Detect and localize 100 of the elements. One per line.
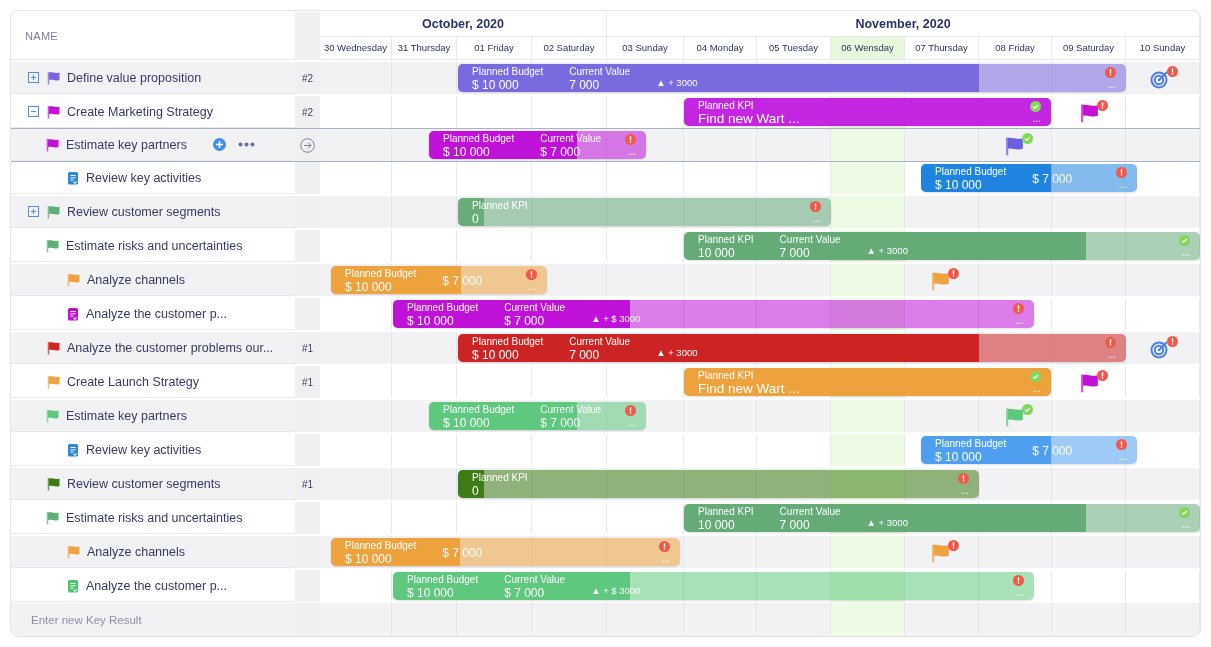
task-title[interactable]: Estimate key partners bbox=[66, 137, 187, 152]
task-title[interactable]: Analyze the customer p... bbox=[86, 578, 228, 593]
day-header[interactable]: 07 Thursday bbox=[905, 36, 979, 59]
field-value: $ 7 000 bbox=[540, 144, 582, 159]
field-label: Planned Budget bbox=[443, 403, 515, 416]
field-value: $ 10 000 bbox=[443, 144, 491, 159]
month-header: November, 2020 bbox=[607, 12, 1200, 36]
field-value: $ 7 000 bbox=[540, 415, 582, 430]
rank-label: #1 bbox=[301, 478, 314, 490]
task-title[interactable]: Estimate risks and uncertainties bbox=[66, 238, 243, 253]
field-value: $ 10 000 bbox=[472, 347, 520, 362]
field-value: $ 7 000 bbox=[442, 545, 483, 560]
day-header[interactable]: 08 Friday bbox=[979, 36, 1052, 59]
task-bar[interactable]: Planned Budget $ 10 000 Current Value 7 000 ▲ + 3000 ... bbox=[458, 334, 1126, 362]
field-label: Planned Budget bbox=[407, 301, 479, 314]
task-title[interactable]: Analyze the customer p... bbox=[86, 306, 228, 321]
day-header[interactable]: 04 Monday bbox=[684, 36, 757, 59]
field-label: Current Value bbox=[569, 65, 631, 78]
rank-label: #1 bbox=[301, 376, 314, 388]
delta-value: ▲ + $ 3000 bbox=[591, 312, 641, 326]
delta-value: ▲ + $ 3000 bbox=[591, 584, 641, 598]
field-label: Current Value bbox=[779, 505, 841, 518]
name-column-header: NAME bbox=[25, 29, 58, 42]
task-bar[interactable]: Planned KPI 10 000 Current Value 7 000 ▲ + 3000 ... bbox=[684, 232, 1200, 260]
task-title[interactable]: Create Launch Strategy bbox=[67, 374, 200, 389]
field-value: $ 10 000 bbox=[407, 313, 455, 328]
task-title[interactable]: Create Marketing Strategy bbox=[67, 104, 213, 119]
field-value: 7 000 bbox=[779, 245, 811, 260]
field-label: Planned Budget bbox=[345, 267, 417, 280]
delta-value: ▲ + 3000 bbox=[656, 76, 698, 90]
day-header[interactable]: 02 Saturday bbox=[532, 36, 607, 59]
field-value: $ 7 000 bbox=[1032, 443, 1073, 458]
field-value: Find new Wart ... bbox=[698, 381, 800, 396]
field-value: $ 7 000 bbox=[1032, 171, 1073, 186]
field-label: Current Value bbox=[569, 335, 631, 348]
field-label: Planned KPI bbox=[698, 99, 755, 112]
field-value: Find new Wart ... bbox=[698, 111, 800, 126]
field-label: Planned Budget bbox=[345, 539, 417, 552]
more-label[interactable]: ... bbox=[1015, 315, 1024, 327]
field-value: 7 000 bbox=[569, 77, 601, 92]
field-label: Planned Budget bbox=[935, 165, 1007, 178]
field-label: Current Value bbox=[779, 233, 841, 246]
field-label: Planned Budget bbox=[472, 335, 544, 348]
field-value: 7 000 bbox=[569, 347, 601, 362]
day-header[interactable]: 09 Saturday bbox=[1052, 36, 1126, 59]
task-bar[interactable]: Planned Budget $ 10 000 Current Value $ 7 000 ▲ + $ 3000 ... bbox=[393, 300, 1034, 328]
field-label: Planned Budget bbox=[472, 65, 544, 78]
rank-label: #2 bbox=[301, 106, 314, 118]
day-header[interactable]: 01 Friday bbox=[457, 36, 532, 59]
field-value: $ 10 000 bbox=[472, 77, 520, 92]
day-header[interactable]: 06 Wensday bbox=[831, 36, 905, 59]
field-label: Planned Budget bbox=[407, 573, 479, 586]
field-value: $ 10 000 bbox=[935, 177, 983, 192]
expand-icon[interactable] bbox=[27, 72, 39, 83]
field-value: 7 000 bbox=[779, 517, 811, 532]
task-bar[interactable]: Planned Budget $ 10 000 $ 7 000 ... bbox=[921, 436, 1137, 464]
field-label: Planned Budget bbox=[443, 132, 515, 145]
day-header[interactable]: 03 Sunday bbox=[607, 36, 684, 59]
day-header[interactable]: 10 Sunday bbox=[1126, 36, 1200, 59]
task-title[interactable]: Analyze channels bbox=[87, 544, 185, 559]
field-value: 10 000 bbox=[698, 517, 736, 532]
arrow-right-icon[interactable] bbox=[300, 137, 315, 153]
field-value: $ 10 000 bbox=[407, 585, 455, 600]
more-label[interactable]: ... bbox=[1032, 113, 1041, 125]
field-value: $ 10 000 bbox=[935, 449, 983, 464]
field-label: Planned KPI bbox=[698, 369, 755, 382]
field-value: $ 7 000 bbox=[504, 585, 546, 600]
rank-label: #2 bbox=[301, 72, 314, 84]
more-label[interactable]: ... bbox=[627, 146, 636, 158]
task-bar[interactable]: Planned Budget $ 10 000 Current Value 7 000 ▲ + 3000 ... bbox=[458, 64, 1126, 92]
task-title[interactable]: Estimate key partners bbox=[66, 408, 187, 423]
task-bar[interactable]: Planned Budget $ 10 000 $ 7 000 ... bbox=[921, 164, 1137, 192]
more-label[interactable]: ... bbox=[1107, 349, 1116, 361]
task-bar[interactable]: Planned KPI Find new Wart ... ... bbox=[684, 98, 1051, 126]
field-value: 0 bbox=[472, 483, 480, 498]
field-label: Current Value bbox=[504, 573, 566, 586]
field-value: $ 7 000 bbox=[442, 273, 483, 288]
field-value: $ 10 000 bbox=[345, 279, 393, 294]
delta-value: ▲ + 3000 bbox=[656, 346, 698, 360]
expand-icon[interactable] bbox=[27, 206, 39, 217]
day-header[interactable]: 30 Wednesday bbox=[320, 36, 392, 59]
field-label: Planned Budget bbox=[935, 437, 1007, 450]
field-label: Planned KPI bbox=[698, 505, 754, 518]
field-label: Planned KPI bbox=[698, 233, 754, 246]
task-title[interactable]: Review key activities bbox=[86, 442, 202, 457]
field-value: $ 10 000 bbox=[443, 415, 491, 430]
more-icon[interactable] bbox=[237, 142, 255, 147]
day-header[interactable]: 31 Thursday bbox=[392, 36, 457, 59]
collapse-icon[interactable] bbox=[27, 106, 39, 117]
task-title[interactable]: Analyze channels bbox=[87, 272, 185, 287]
task-title[interactable]: Review key activities bbox=[86, 170, 202, 185]
field-value: $ 7 000 bbox=[504, 313, 546, 328]
delta-value: ▲ + 3000 bbox=[866, 516, 908, 530]
rank-label: #1 bbox=[301, 342, 314, 354]
delta-value: ▲ + 3000 bbox=[866, 244, 908, 258]
task-title[interactable]: Estimate risks and uncertainties bbox=[66, 510, 243, 525]
add-icon[interactable] bbox=[212, 138, 226, 151]
task-bar[interactable]: Planned KPI 10 000 Current Value 7 000 ▲ + 3000 ... bbox=[684, 504, 1200, 532]
field-value: 0 bbox=[472, 211, 480, 226]
field-value: $ 10 000 bbox=[345, 551, 393, 566]
